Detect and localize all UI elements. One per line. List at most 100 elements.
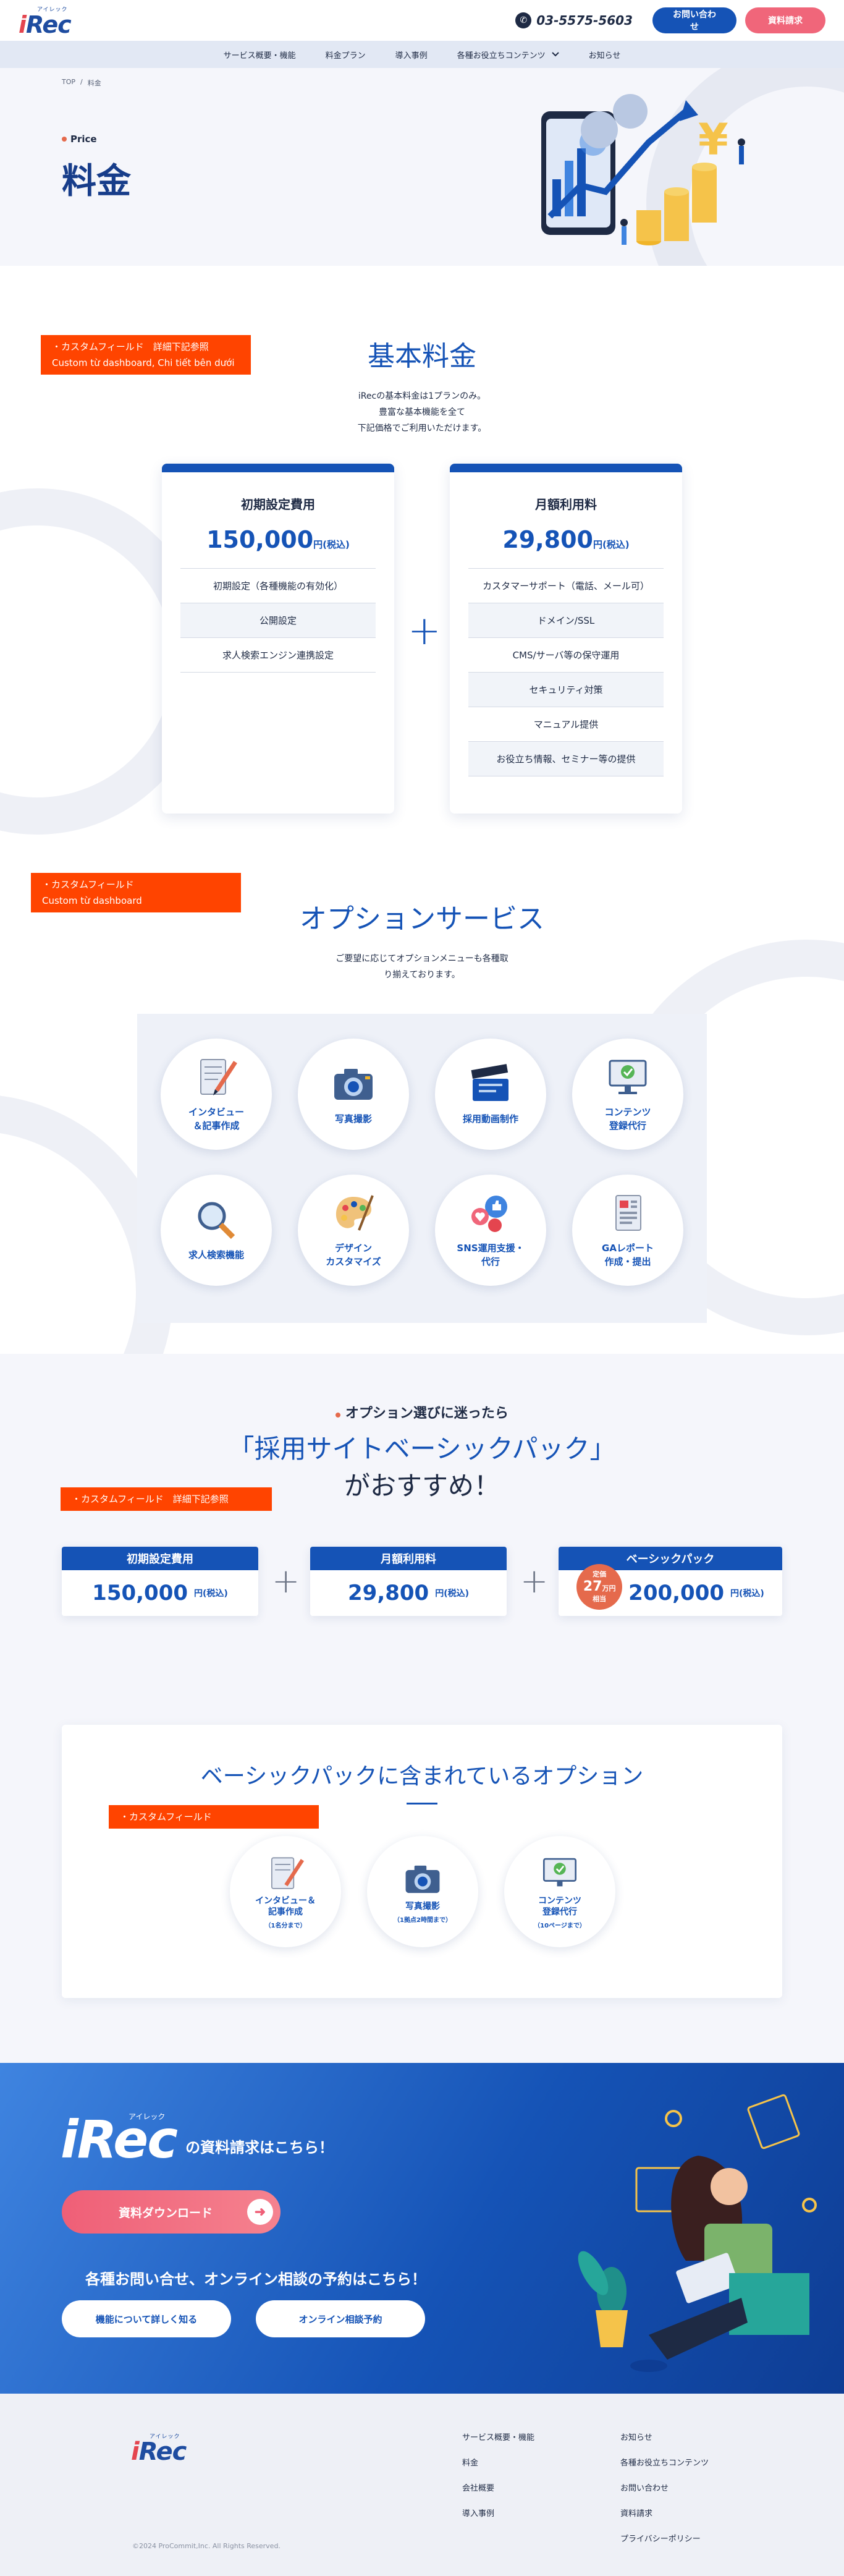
plus-sign: + — [272, 1562, 300, 1600]
phone-number[interactable]: ✆ 03-5575-5603 — [515, 12, 633, 28]
footer-link-contents[interactable]: 各種お役立ちコンテンツ — [620, 2456, 709, 2468]
option-label: インタビュー＆ 記事作成 — [255, 1895, 316, 1917]
option-item-photo[interactable]: 写真撮影 — [298, 1039, 409, 1150]
setup-fee-card: 初期設定費用 150,000円(税込) 初期設定（各種機能の有効化） 公開設定 … — [162, 464, 394, 814]
camera-icon — [334, 1069, 373, 1100]
breadcrumb-separator: / — [80, 78, 83, 86]
nav-item-cases[interactable]: 導入事例 — [395, 49, 428, 61]
breadcrumb-top-link[interactable]: TOP — [62, 78, 75, 88]
custom-field-note: ・カスタムフィールド — [109, 1805, 319, 1829]
chevron-down-icon — [551, 52, 559, 57]
sns-icon — [471, 1196, 507, 1232]
included-options-card: ベーシックパックに含まれているオプション ・カスタムフィールド インタビュー＆ … — [62, 1725, 782, 1998]
pack-box-setup: 初期設定費用 150,000 円(税込) — [62, 1547, 258, 1616]
option-label: デザイン カスタマイズ — [326, 1243, 381, 1267]
plus-sign: + — [408, 608, 441, 654]
clapperboard-icon — [471, 1064, 509, 1101]
option-label: SNS運用支援・ 代行 — [457, 1243, 525, 1267]
custom-field-note: ・カスタムフィールド 詳細下記参照 — [61, 1487, 272, 1511]
pack-box-title: 月額利用料 — [310, 1547, 507, 1570]
nav-item-contents[interactable]: 各種お役立ちコンテンツ — [457, 49, 559, 61]
option-services-section: ・カスタムフィールド Custom từ dashboard オプションサービス… — [0, 859, 844, 1354]
hero-section: TOP / 料金 Price 料金 ¥ — [0, 68, 844, 266]
cta-logo: アイレック iRec の資料請求はこちら！ — [61, 2109, 334, 2170]
footer-link-news[interactable]: お知らせ — [620, 2431, 709, 2442]
logo-text: iRec — [19, 11, 72, 38]
section-description: ご要望に応じてオプションメニューも各種取 り揃えております。 — [335, 954, 509, 980]
feature-list: 初期設定（各種機能の有効化） 公開設定 求人検索エンジン連携設定 — [180, 568, 376, 673]
person-laptop-illustration — [578, 2094, 817, 2372]
pack-box-monthly: 月額利用料 29,800 円(税込) — [310, 1547, 507, 1616]
report-icon — [615, 1195, 641, 1231]
contact-button[interactable]: お問い合わせ — [652, 7, 736, 33]
pack-box-price: 定価 27万円 相当 200,000 円(税込) — [559, 1564, 782, 1616]
price-value: 150,000円(税込) — [206, 526, 350, 553]
list-item: カスタマーサポート（電話、メール可） — [468, 569, 664, 603]
included-title: ベーシックパックに含まれているオプション — [200, 1764, 644, 1789]
section-title: 基本料金 — [368, 341, 476, 372]
monthly-fee-card: 月額利用料 29,800円(税込) カスタマーサポート（電話、メール可） ドメイ… — [450, 464, 682, 814]
footer-link-privacy[interactable]: プライバシーポリシー — [620, 2532, 709, 2544]
cta-contact-text: 各種お問い合せ、オンライン相談の予約はこちら！ — [85, 2271, 426, 2288]
option-item-design[interactable]: デザイン カスタマイズ — [298, 1175, 409, 1286]
title-underline — [407, 1803, 437, 1804]
option-item-content-registration[interactable]: コンテンツ 登録代行 — [572, 1039, 683, 1150]
features-link-button[interactable]: 機能について詳しく知る — [62, 2300, 231, 2337]
palette-icon — [336, 1195, 374, 1231]
copyright: ©2024 ProCommit,Inc. All Rights Reserved… — [132, 2542, 281, 2550]
basic-pack-section: オプション選びに迷ったら 「採用サイトベーシックパック」 がおすすめ！ ・カスタ… — [0, 1354, 844, 2063]
nav-item-service[interactable]: サービス概要・機能 — [224, 49, 296, 61]
cta-heading: の資料請求はこちら！ — [185, 2139, 334, 2156]
interview-icon — [200, 1059, 237, 1095]
card-title: 月額利用料 — [535, 497, 597, 512]
logo-text: iRec — [61, 2109, 178, 2170]
option-item-sns[interactable]: SNS運用支援・ 代行 — [435, 1175, 546, 1286]
footer-link-company[interactable]: 会社概要 — [462, 2481, 534, 2493]
download-docs-button[interactable]: 資料ダウンロード ➜ — [62, 2190, 281, 2234]
footer-link-contact[interactable]: お問い合わせ — [620, 2481, 709, 2493]
camera-icon — [405, 1865, 440, 1893]
footer-link-docs[interactable]: 資料請求 — [620, 2507, 709, 2519]
logo-text: iRec — [131, 2438, 187, 2466]
option-label: GAレポート 作成・提出 — [602, 1243, 654, 1267]
option-label: インタビュー ＆記事作成 — [188, 1107, 244, 1131]
options-grid: インタビュー ＆記事作成 写真撮影 採用動画制作 コンテンツ 登録代行 求人検索… — [161, 1039, 683, 1286]
included-item-content-registration[interactable]: コンテンツ 登録代行 （10ページまで） — [504, 1836, 615, 1947]
footer-link-service[interactable]: サービス概要・機能 — [462, 2431, 534, 2442]
plus-sign: + — [520, 1562, 549, 1600]
nav-item-pricing[interactable]: 料金プラン — [326, 49, 366, 61]
list-item: マニュアル提供 — [468, 707, 664, 742]
cta-section: アイレック iRec の資料請求はこちら！ 資料ダウンロード ➜ 各種お問い合せ… — [0, 2063, 844, 2394]
logo-kana: アイレック — [129, 2112, 166, 2121]
online-consult-button[interactable]: オンライン相談予約 — [256, 2300, 425, 2337]
site-header: アイレック iRec ✆ 03-5575-5603 お問い合わせ 資料請求 — [0, 0, 844, 41]
page-eyebrow: Price — [62, 134, 97, 145]
footer-links-col2: お知らせ 各種お役立ちコンテンツ お問い合わせ 資料請求 プライバシーポリシー — [620, 2431, 709, 2544]
option-limit: （1拠点2時間まで） — [394, 1916, 452, 1924]
list-item: 初期設定（各種機能の有効化） — [180, 569, 376, 603]
list-item: ドメイン/SSL — [468, 603, 664, 638]
nav-item-news[interactable]: お知らせ — [589, 49, 621, 61]
eyebrow-dot — [335, 1413, 341, 1418]
included-item-photo[interactable]: 写真撮影 （1拠点2時間まで） — [367, 1836, 478, 1947]
option-label: コンテンツ 登録代行 — [538, 1895, 581, 1917]
pack-box-title: 初期設定費用 — [62, 1547, 258, 1570]
footer-logo[interactable]: アイレック iRec — [131, 2432, 187, 2466]
option-label: 求人検索機能 — [188, 1249, 244, 1260]
footer-link-cases[interactable]: 導入事例 — [462, 2507, 534, 2519]
option-item-video[interactable]: 採用動画制作 — [435, 1039, 546, 1150]
footer-link-pricing[interactable]: 料金 — [462, 2456, 534, 2468]
option-item-job-search[interactable]: 求人検索機能 — [161, 1175, 272, 1286]
eyebrow-dot — [62, 137, 67, 142]
included-item-interview[interactable]: インタビュー＆ 記事作成 （1名分まで） — [230, 1836, 341, 1947]
site-logo[interactable]: アイレック iRec — [19, 5, 72, 38]
list-item: セキュリティ対策 — [468, 673, 664, 707]
option-item-ga-report[interactable]: GAレポート 作成・提出 — [572, 1175, 683, 1286]
request-docs-button[interactable]: 資料請求 — [745, 7, 825, 33]
section-description: iRecの基本料金は1プランのみ。 豊富な基本機能を全て 下記価格でご利用いただ… — [357, 391, 487, 433]
pack-box-price: 150,000 円(税込) — [92, 1581, 228, 1605]
basic-price-section: ・カスタムフィールド 詳細下記参照 Custom từ dashboard, C… — [0, 266, 844, 859]
footer-links-col1: サービス概要・機能 料金 会社概要 導入事例 — [462, 2431, 534, 2519]
option-item-interview[interactable]: インタビュー ＆記事作成 — [161, 1039, 272, 1150]
growth-chart-illustration: ¥ — [541, 94, 745, 245]
